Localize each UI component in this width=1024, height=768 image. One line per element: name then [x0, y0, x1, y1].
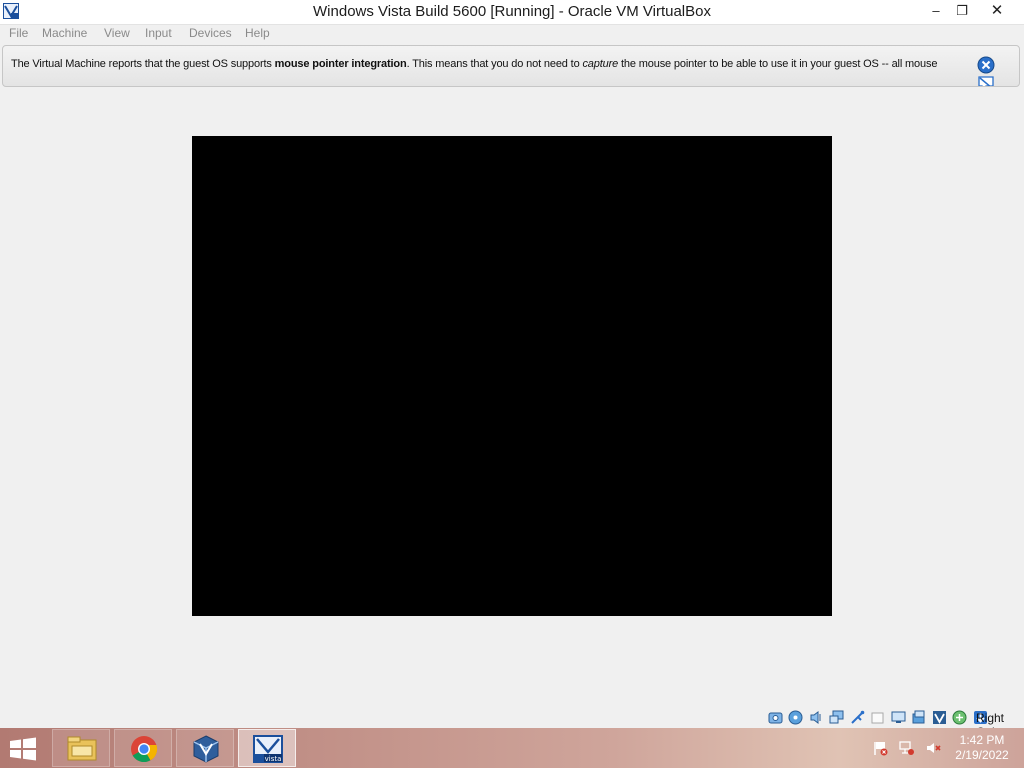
display-icon[interactable]	[891, 710, 906, 725]
taskbar-chrome[interactable]	[114, 729, 172, 767]
notification-text-2: . This means that you do not need to	[406, 58, 583, 70]
clock-date: 2/19/2022	[955, 748, 1009, 762]
minimize-button[interactable]: –	[922, 0, 950, 22]
menu-devices[interactable]: Devices	[189, 26, 232, 40]
menu-view[interactable]: View	[104, 26, 130, 40]
optical-drive-icon[interactable]	[788, 710, 803, 725]
taskbar-vista-vm[interactable]: vista	[238, 729, 296, 767]
notification-text-3: the mouse pointer to be able to use it i…	[618, 58, 938, 70]
taskbar-virtualbox-manager[interactable]	[176, 729, 234, 767]
notification-text-1: The Virtual Machine reports that the gue…	[11, 58, 275, 70]
usb-icon[interactable]	[850, 710, 865, 725]
notification-message: The Virtual Machine reports that the gue…	[11, 58, 937, 70]
virtualbox-icon	[193, 735, 219, 763]
volume-muted-icon[interactable]	[925, 740, 941, 756]
status-bar: Right Ctrl	[0, 708, 1024, 739]
system-tray	[872, 740, 947, 758]
folder-icon	[67, 736, 97, 761]
svg-text:vista: vista	[265, 755, 282, 763]
vista-vm-icon: vista	[253, 735, 283, 763]
mouse-integration-icon[interactable]	[952, 710, 967, 725]
hard-disk-icon[interactable]	[768, 710, 783, 725]
action-center-flag-icon[interactable]	[872, 740, 888, 756]
menu-input[interactable]: Input	[145, 26, 172, 40]
windows-taskbar: vista 1:42 PM 2/19/2022	[0, 728, 1024, 768]
menu-help[interactable]: Help	[245, 26, 270, 40]
shared-folders-icon[interactable]	[870, 710, 885, 725]
notification-text-bold: mouse pointer integration	[274, 58, 407, 70]
menu-bar: File Machine View Input Devices Help	[0, 25, 1024, 43]
taskbar-file-explorer[interactable]	[52, 729, 110, 767]
network-icon[interactable]	[898, 740, 915, 756]
restore-button[interactable]: ❐	[948, 0, 976, 22]
mouse-integration-notification: The Virtual Machine reports that the gue…	[2, 45, 1020, 87]
chrome-icon	[131, 736, 158, 763]
audio-icon[interactable]	[809, 710, 824, 725]
title-bar[interactable]: Windows Vista Build 5600 [Running] - Ora…	[0, 0, 1024, 25]
close-button[interactable]: ✕	[974, 0, 1020, 22]
window-title: Windows Vista Build 5600 [Running] - Ora…	[313, 3, 711, 20]
notification-text-italic: capture	[582, 58, 619, 70]
guest-vm-screen[interactable]	[192, 136, 832, 616]
menu-machine[interactable]: Machine	[42, 26, 87, 40]
do-not-show-again-icon[interactable]	[977, 74, 995, 87]
vt-x-icon[interactable]	[932, 710, 947, 725]
taskbar-clock[interactable]: 1:42 PM 2/19/2022	[944, 733, 1020, 763]
menu-file[interactable]: File	[9, 26, 28, 40]
clock-time: 1:42 PM	[959, 733, 1005, 747]
close-icon[interactable]	[977, 56, 995, 74]
start-button[interactable]	[8, 737, 38, 761]
video-capture-icon[interactable]	[911, 710, 926, 725]
network-icon[interactable]	[829, 710, 844, 725]
